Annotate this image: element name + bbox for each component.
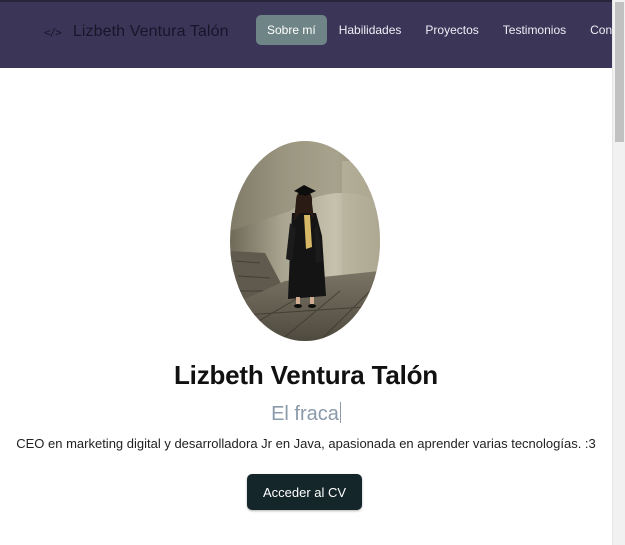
- nav-item-habilidades[interactable]: Habilidades: [327, 15, 414, 45]
- nav-links: Sobre mí Habilidades Proyectos Testimoni…: [256, 14, 625, 46]
- brand-name: Lizbeth Ventura Talón: [72, 23, 229, 40]
- profile-photo: [230, 141, 380, 341]
- code-icon: </>: [44, 25, 62, 39]
- scrollbar-thumb[interactable]: [615, 2, 624, 142]
- typed-text: El fraca: [271, 403, 339, 425]
- cv-button[interactable]: Acceder al CV: [247, 474, 362, 510]
- nav-item-sobre-mi[interactable]: Sobre mí: [256, 15, 327, 45]
- nav-item-proyectos[interactable]: Proyectos: [413, 15, 490, 45]
- typed-text-line: El fraca: [0, 402, 612, 426]
- typing-cursor: [339, 402, 341, 423]
- page: </> Lizbeth Ventura Talón Sobre mí Habil…: [0, 0, 625, 545]
- navbar: </> Lizbeth Ventura Talón Sobre mí Habil…: [0, 0, 625, 68]
- hero-name: Lizbeth Ventura Talón: [173, 360, 438, 390]
- hero-section: Lizbeth Ventura Talón El fraca CEO en ma…: [0, 68, 612, 545]
- hero-description: CEO en marketing digital y desarrollador…: [16, 436, 596, 451]
- vertical-scrollbar[interactable]: [612, 0, 625, 545]
- brand-link[interactable]: </> Lizbeth Ventura Talón: [44, 23, 229, 41]
- nav-item-testimonios[interactable]: Testimonios: [491, 15, 578, 45]
